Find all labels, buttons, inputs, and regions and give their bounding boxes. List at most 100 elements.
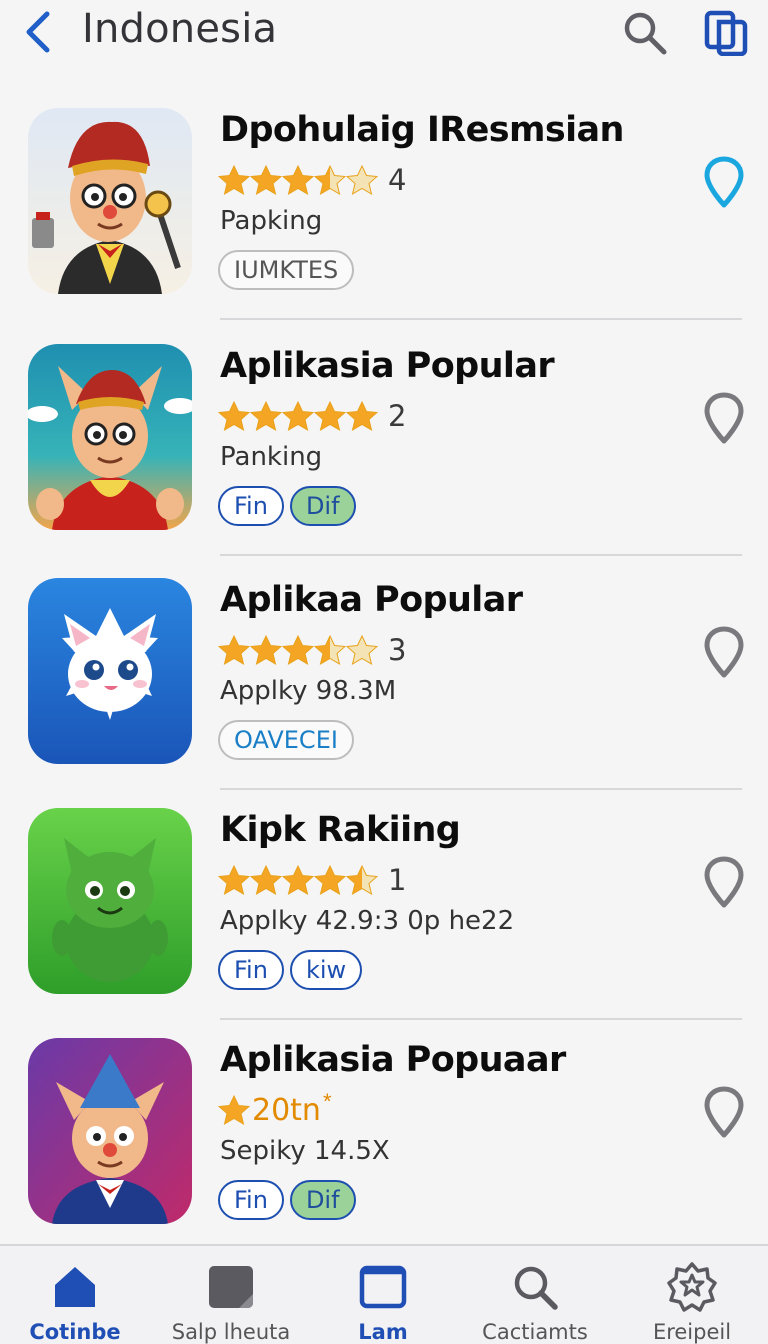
app-name[interactable]: Aplikasia Popular (220, 346, 555, 386)
search-icon (514, 1266, 558, 1310)
app-name[interactable]: Dpohulaig IResmsian (220, 110, 624, 150)
star-icon (314, 164, 346, 196)
location-pin-button[interactable] (700, 624, 748, 680)
app-rating: 3 (218, 632, 406, 668)
rating-value: 1 (388, 863, 407, 897)
bottom-navigation: Cotinbe Salp lheuta Lam Cactiamts Ereipe… (0, 1244, 768, 1344)
star-icon (250, 400, 282, 432)
chevron-left-icon (26, 11, 50, 53)
app-icon-image (28, 108, 192, 294)
window-icon (359, 1265, 407, 1309)
app-icon[interactable] (28, 1038, 192, 1224)
app-rating: 1 (218, 862, 406, 898)
tag-list: IUMKTES (218, 250, 355, 290)
star-icon (218, 164, 250, 196)
rating-value: 3 (388, 633, 407, 667)
app-subtitle: Panking (220, 442, 323, 472)
nav-item-badge[interactable]: Ereipeil (617, 1246, 767, 1344)
tag-list: Fin kiw (218, 950, 363, 990)
nav-label-second: Salp lheuta (171, 1320, 291, 1344)
location-pin-icon (704, 626, 744, 678)
nav-item-third[interactable]: Lam (308, 1246, 458, 1344)
app-rating: 2 (218, 398, 406, 434)
location-pin-icon (704, 392, 744, 444)
app-subtitle: Sepiky 14.5X (220, 1136, 390, 1166)
app-name[interactable]: Kipk Rakiing (220, 810, 461, 850)
star-icon (218, 864, 250, 896)
app-name[interactable]: Aplikaa Popular (220, 580, 523, 620)
divider (220, 554, 742, 556)
app-icon-image (28, 808, 192, 994)
category-tag[interactable]: IUMKTES (218, 250, 355, 290)
app-name[interactable]: Aplikasia Popuaar (220, 1040, 566, 1080)
search-icon (624, 12, 667, 55)
rating-value: 2 (388, 399, 407, 433)
location-pin-button[interactable] (700, 1084, 748, 1140)
badge-icon (667, 1262, 717, 1312)
app-icon[interactable] (28, 578, 192, 764)
star-icon (250, 864, 282, 896)
location-pin-button[interactable] (700, 854, 748, 910)
tag-list: Fin Dif (218, 1180, 356, 1220)
divider (220, 1018, 742, 1020)
category-tag[interactable]: Dif (289, 1180, 356, 1220)
nav-label-third: Lam (358, 1320, 408, 1344)
location-pin-icon (704, 156, 744, 208)
app-icon[interactable] (28, 808, 192, 994)
tag-list: Fin Dif (218, 486, 356, 526)
square-icon (209, 1266, 253, 1308)
star-icon (314, 400, 346, 432)
app-icon-image (28, 578, 192, 764)
nav-label-badge: Ereipeil (652, 1320, 732, 1344)
category-tag[interactable]: Dif (289, 486, 356, 526)
rating-value: 4 (388, 163, 407, 197)
category-tag[interactable]: OAVECEI (218, 720, 354, 760)
app-rating: 20tn * (218, 1089, 332, 1128)
nav-label-home: Cotinbe (29, 1320, 121, 1344)
category-tag[interactable]: Fin (218, 950, 284, 990)
app-list-item[interactable]: Aplikaa Popular 3 Applky 98.3M OAVECEI (0, 574, 768, 804)
star-icon (346, 864, 378, 896)
location-pin-button[interactable] (700, 390, 748, 446)
back-button[interactable] (16, 8, 60, 56)
category-tag[interactable]: kiw (289, 950, 363, 990)
app-icon[interactable] (28, 108, 192, 294)
location-pin-icon (704, 856, 744, 908)
location-pin-icon (704, 1086, 744, 1138)
app-rating: 4 (218, 162, 406, 198)
rating-text: 20tn (252, 1092, 321, 1128)
home-icon (55, 1267, 95, 1307)
star-icon (282, 164, 314, 196)
app-list-item[interactable]: Aplikasia Popular 2 Panking Fin Dif (0, 340, 768, 570)
nav-item-second[interactable]: Salp lheuta (156, 1246, 306, 1344)
app-icon[interactable] (28, 344, 192, 530)
star-icon (282, 634, 314, 666)
star-icon (282, 400, 314, 432)
search-button[interactable] (618, 6, 672, 60)
app-subtitle: Applky 42.9:3 0p he22 (220, 906, 515, 936)
star-icon (314, 864, 346, 896)
nav-item-home[interactable]: Cotinbe (0, 1246, 150, 1344)
app-list-item[interactable]: Dpohulaig IResmsian 4 Papking IUMKTES (0, 104, 768, 334)
star-icon (346, 634, 378, 666)
location-pin-button[interactable] (700, 154, 748, 210)
tag-list: OAVECEI (218, 720, 354, 760)
star-icon (282, 864, 314, 896)
category-tag[interactable]: Fin (218, 486, 284, 526)
nav-item-search[interactable]: Cactiamts (460, 1246, 610, 1344)
category-tag[interactable]: Fin (218, 1180, 284, 1220)
divider (220, 788, 742, 790)
divider (220, 318, 742, 320)
page-title: Indonesia (82, 6, 278, 52)
star-icon (218, 1094, 250, 1126)
star-icon (218, 400, 250, 432)
star-icon (346, 164, 378, 196)
app-list-item[interactable]: Aplikasia Popuaar 20tn * Sepiky 14.5X Fin… (0, 1034, 768, 1264)
app-icon-image (28, 1038, 192, 1224)
star-icon (346, 400, 378, 432)
app-list-item[interactable]: Kipk Rakiing 1 Applky 42.9:3 0p he22 Fin… (0, 804, 768, 1034)
copy-button[interactable] (698, 6, 754, 60)
star-icon (250, 164, 282, 196)
nav-label-search: Cactiamts (482, 1320, 588, 1344)
star-icon (218, 634, 250, 666)
